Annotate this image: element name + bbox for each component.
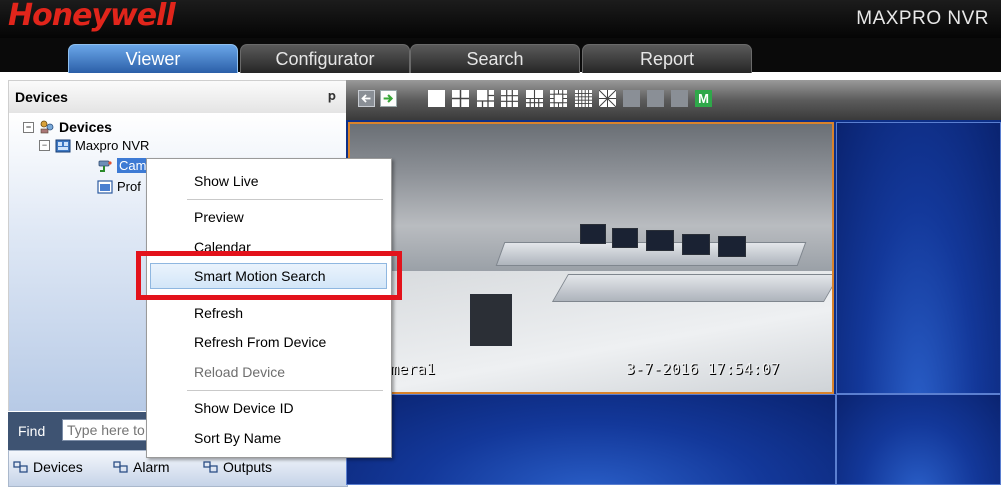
layout-2plus8-icon[interactable] (526, 90, 543, 107)
brand-logo: Honeywell (8, 0, 176, 33)
menu-item-preview[interactable]: Preview (194, 209, 244, 225)
camera-icon (98, 160, 112, 172)
layout-1x1-icon[interactable] (428, 90, 445, 107)
tab-devices-bottom[interactable]: Devices (13, 459, 83, 475)
find-label: Find (18, 423, 46, 439)
tree-item-devices[interactable]: − Devices (23, 119, 112, 135)
camera-scene (551, 274, 832, 302)
video-tile-empty[interactable] (836, 122, 1001, 394)
menu-item-sort-by-name[interactable]: Sort By Name (194, 430, 281, 446)
tab-alarm-bottom[interactable]: Alarm (113, 459, 170, 475)
tab-report[interactable]: Report (582, 44, 752, 73)
tab-label: Devices (33, 459, 83, 475)
next-arrow-icon[interactable] (380, 90, 397, 107)
camera-scene (612, 228, 638, 248)
menu-separator (187, 390, 383, 391)
alarm-tab-icon (113, 461, 128, 473)
outputs-tab-icon (203, 461, 218, 473)
menu-item-show-live[interactable]: Show Live (194, 173, 259, 189)
layout-3x3-icon[interactable] (501, 90, 518, 107)
layout-disabled-icon[interactable] (671, 90, 688, 107)
main-tab-bar: Viewer Configurator Search Report (0, 38, 1001, 73)
tree-item-profile[interactable]: Prof (97, 179, 141, 194)
product-name: MAXPRO NVR (856, 8, 989, 29)
menu-item-reload-device: Reload Device (194, 364, 286, 380)
devices-panel-header: Devices 𝐩 (8, 80, 347, 114)
menu-item-refresh-from-device[interactable]: Refresh From Device (194, 334, 326, 350)
camera-scene (718, 236, 746, 257)
pin-icon[interactable]: 𝐩 (328, 88, 336, 104)
menu-item-show-device-id[interactable]: Show Device ID (194, 400, 294, 416)
menu-item-refresh[interactable]: Refresh (194, 305, 243, 321)
title-bar: Honeywell MAXPRO NVR (0, 0, 1001, 38)
video-tile-empty[interactable] (346, 394, 836, 485)
tab-configurator[interactable]: Configurator (240, 44, 410, 73)
collapse-icon[interactable]: − (39, 140, 50, 151)
tree-item-label: Devices (59, 119, 112, 135)
video-tile-empty[interactable] (836, 394, 1001, 485)
camera-video-tile[interactable]: mera1 3-7-2016 17:54:07 (348, 122, 834, 394)
camera-scene (682, 234, 710, 255)
tree-item-label: Maxpro NVR (75, 138, 150, 153)
tree-item-label: Prof (117, 179, 141, 194)
tab-search[interactable]: Search (410, 44, 580, 73)
collapse-icon[interactable]: − (23, 121, 34, 133)
tab-viewer[interactable]: Viewer (68, 44, 238, 73)
devices-root-icon (40, 120, 54, 134)
camera-scene (470, 294, 512, 346)
layout-custom-icon[interactable] (598, 89, 617, 108)
layout-5x5-icon[interactable] (575, 90, 592, 107)
layout-disabled-icon[interactable] (623, 90, 640, 107)
m-button[interactable]: M (695, 90, 712, 107)
devices-panel-title: Devices (15, 89, 68, 105)
profile-icon (97, 179, 113, 194)
tab-outputs-bottom[interactable]: Outputs (203, 459, 272, 475)
find-input[interactable] (62, 419, 154, 441)
camera-scene (580, 224, 606, 244)
layout-2x2-icon[interactable] (452, 90, 469, 107)
context-menu: Show Live Preview Calendar Smart Motion … (146, 158, 392, 458)
tab-label: Alarm (133, 459, 170, 475)
nvr-icon (55, 139, 71, 152)
devices-tab-icon (13, 461, 28, 473)
camera-timestamp-overlay: 3-7-2016 17:54:07 (626, 360, 780, 378)
layout-toolbar: M (346, 80, 1001, 120)
layout-disabled-icon[interactable] (647, 90, 664, 107)
tab-label: Outputs (223, 459, 273, 475)
camera-scene (646, 230, 674, 251)
layout-1plus5-icon[interactable] (477, 90, 494, 107)
highlight-callout-box (136, 251, 402, 300)
layout-4x4-icon[interactable] (550, 90, 567, 107)
previous-arrow-icon[interactable] (358, 90, 375, 107)
menu-separator (187, 199, 383, 200)
camera-name-overlay: mera1 (390, 360, 436, 378)
tree-item-nvr[interactable]: − Maxpro NVR (39, 138, 149, 153)
